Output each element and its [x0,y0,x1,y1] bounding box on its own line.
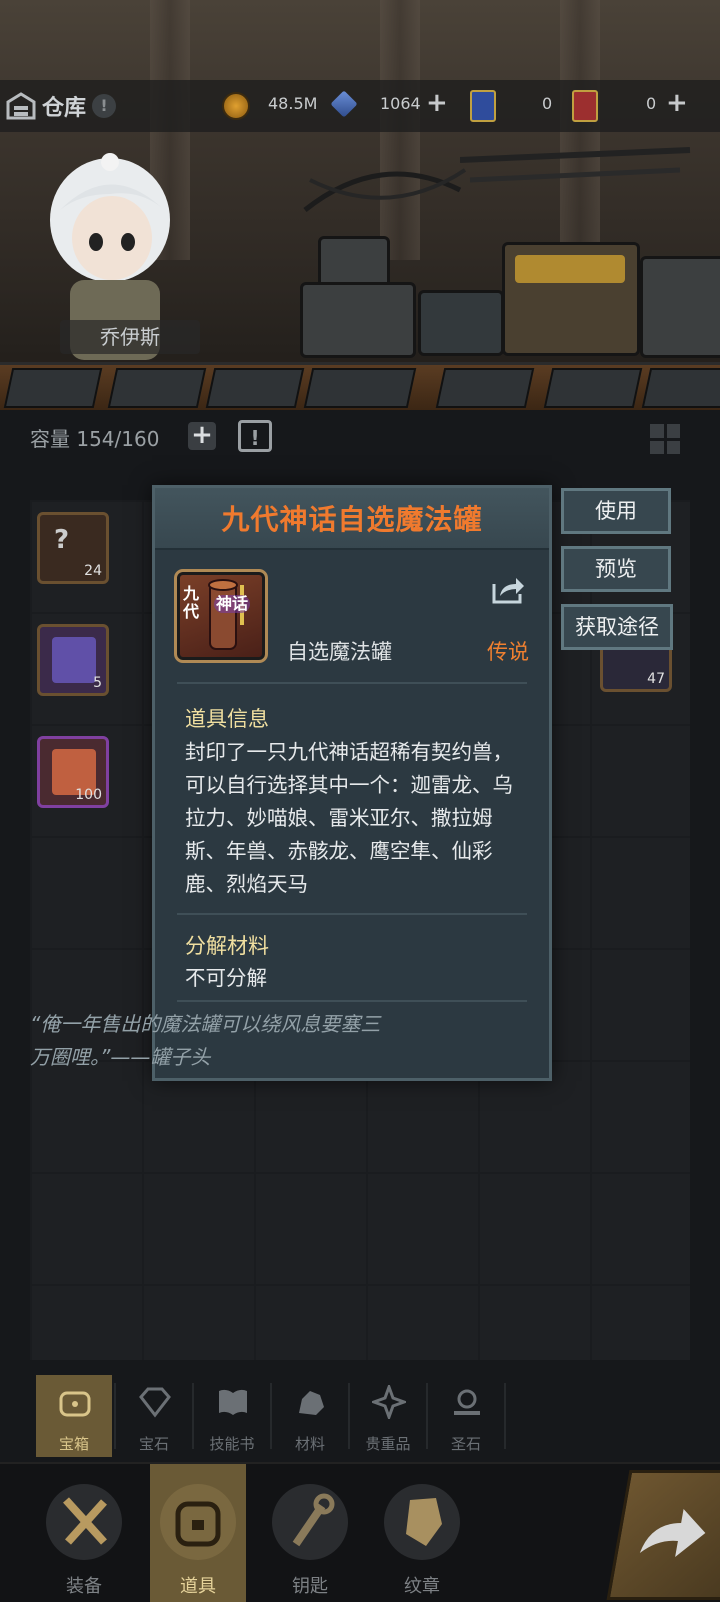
treasure-chest-decoration [502,242,640,356]
item-count: 47 [647,671,665,687]
holy-stone-icon [454,1389,480,1415]
item-info-description: 封印了一只九代神话超稀有契约兽，可以自行选择其中一个：迦雷龙、乌拉力、妙喵娘、雷… [185,740,513,896]
divider [177,682,527,684]
shelf-slot [435,368,535,408]
add-ticket-button[interactable]: + [666,88,688,118]
nav-label: 道具 [180,1576,216,1597]
nav-items[interactable]: 道具 [150,1464,246,1602]
gold-coin-icon [222,92,250,120]
capacity-indicator: 容量 154/160 [30,423,159,452]
crystal-icon [330,90,358,118]
capacity-value: 154/160 [76,427,160,451]
crystal-amount: 1064 [380,94,421,113]
gold-amount: 48.5M [268,94,318,113]
item-count: 24 [84,563,102,579]
resource-bar: 仓库 ! 48.5M 1064 + 0 0 + [0,80,720,132]
item-detail-popup: 九代神话自选魔法罐 九代 神话 自选魔法罐 传说 道具信息 封印了一只九代神话超… [152,485,552,1081]
hero-name-label: 乔伊斯 [60,320,200,354]
summon-ticket-red-icon [572,90,598,122]
calendar-icon[interactable]: ! [238,420,272,452]
tab-gem[interactable]: 宝石 [116,1375,192,1457]
divider [177,1000,527,1002]
chest-decoration [418,290,504,356]
jar-label-top: 九代 [183,584,200,621]
nav-label: 装备 [66,1576,102,1597]
use-button[interactable]: 使用 [561,488,671,534]
emblem-icon [406,1498,442,1546]
bow-rack-decoration [303,168,467,212]
share-arrow-icon [639,1509,706,1557]
chest-decoration [640,256,720,358]
rarity-label: 传说 [487,640,529,664]
nav-label: 纹章 [404,1576,440,1597]
tab-valuables[interactable]: 贵重品 [350,1375,426,1457]
gem-icon [139,1387,171,1418]
item-title: 九代神话自选魔法罐 [221,503,483,536]
tab-label: 材料 [294,1435,325,1453]
blue-ticket-amount: 0 [542,94,553,113]
divider [504,1383,506,1449]
tab-skill-book[interactable]: 技能书 [194,1375,270,1457]
sword-rack-decoration [460,147,691,183]
warehouse-icon [6,92,36,120]
gold-pile [515,255,625,283]
capacity-label: 容量 [30,427,70,451]
warehouse-label: 仓库 [42,96,87,121]
decompose-heading: 分解材料 [185,934,269,958]
mystery-box-icon: ? [54,525,70,555]
item-info-heading: 道具信息 [185,707,269,731]
shelf-slot [303,368,417,408]
warehouse-title: 仓库 ! [6,90,117,122]
book-icon [219,1389,247,1415]
magic-jar-icon: 九代 神话 [174,569,268,663]
add-crystal-button[interactable]: + [426,88,448,118]
red-ticket-amount: 0 [646,94,657,113]
chest-decoration [300,282,416,358]
expand-capacity-button[interactable]: + [188,422,216,450]
inventory-item[interactable]: 5 [37,624,109,696]
shelf-slot [3,368,103,408]
inventory-item[interactable]: 100 [37,736,109,808]
tab-material[interactable]: 材料 [272,1375,348,1457]
tab-label: 宝石 [138,1435,169,1453]
nav-label: 钥匙 [292,1576,328,1597]
grid-view-icon[interactable] [650,424,680,454]
ore-icon [299,1391,324,1415]
item-count: 100 [75,787,102,803]
shelf-slot [543,368,643,408]
preview-button[interactable]: 预览 [561,546,671,592]
tab-chest[interactable]: 宝箱 [36,1375,112,1457]
popup-header: 九代神话自选魔法罐 [155,488,549,550]
item-type-name: 自选魔法罐 [287,640,392,664]
decompose-description: 不可分解 [185,966,267,990]
inventory-item[interactable]: ? 24 [37,512,109,584]
valuable-star-icon [372,1385,406,1419]
item-count: 5 [93,675,102,691]
shelf-slot [107,368,207,408]
divider [177,913,527,915]
key-icon [292,1493,335,1547]
shelf-slot [641,368,720,408]
crystal-chest-icon [52,637,96,683]
obtain-source-button[interactable]: 获取途径 [561,604,673,650]
tab-label: 贵重品 [365,1435,411,1453]
flavor-quote: “俺一年售出的魔法罐可以绕风息要塞三万圈哩。”——罐子头 [30,1012,381,1069]
summon-ticket-blue-icon [470,90,496,122]
chest-icon [59,1391,91,1417]
tab-holy-stone[interactable]: 圣石 [428,1375,504,1457]
chest-icon [175,1501,221,1547]
nav-emblems[interactable]: 纹章 [374,1464,470,1602]
share-icon[interactable] [490,572,526,606]
nav-keys[interactable]: 钥匙 [262,1464,358,1602]
tab-label: 宝箱 [58,1435,89,1453]
crossed-tools-icon [63,1497,107,1545]
nav-equipment[interactable]: 装备 [36,1464,132,1602]
help-icon[interactable]: ! [92,94,117,118]
tab-label: 圣石 [450,1435,481,1453]
warehouse-scene: 乔伊斯 [0,0,720,410]
tab-label: 技能书 [209,1435,255,1453]
shelf-slot [205,368,305,408]
jar-label-bottom: 神话 [214,594,250,613]
